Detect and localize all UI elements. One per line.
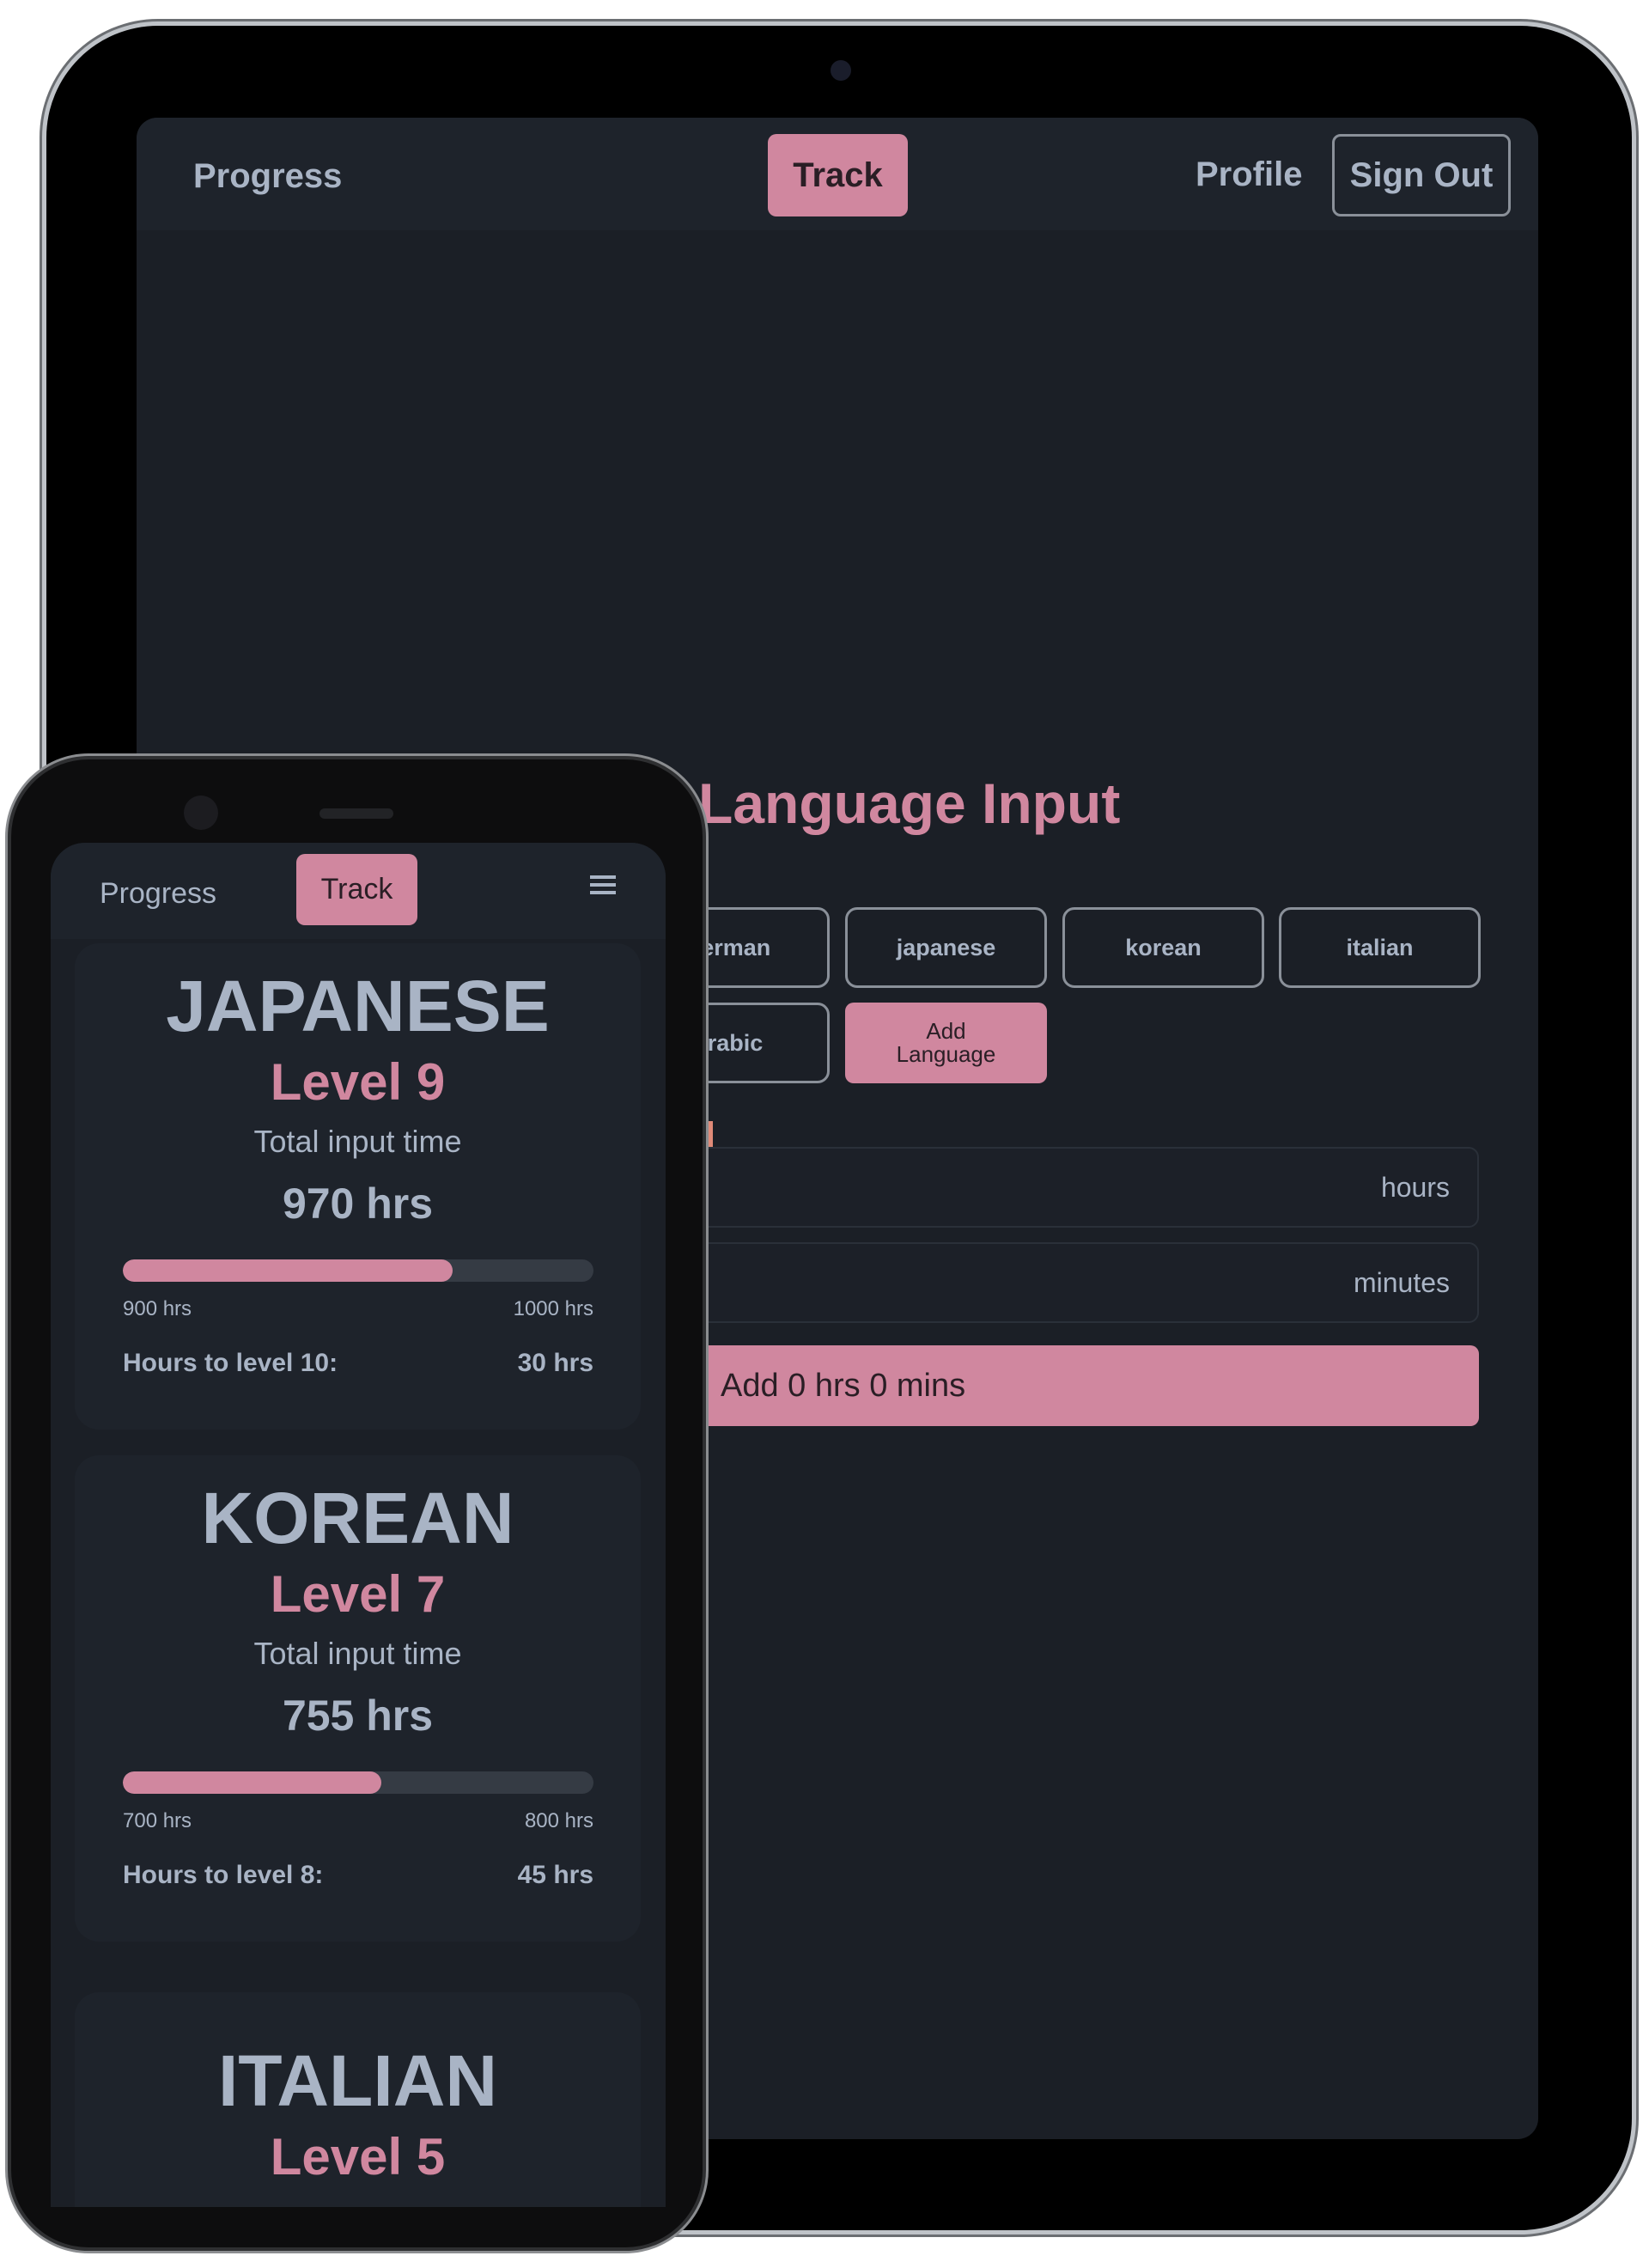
language-button-japanese[interactable]: japanese (845, 907, 1047, 988)
level-max-label: 1000 hrs (513, 1297, 593, 1320)
hours-input[interactable]: hours (628, 1147, 1479, 1228)
nav-track-button[interactable]: Track (768, 134, 908, 216)
sign-out-button[interactable]: Sign Out (1332, 134, 1511, 216)
hours-label: hours (1380, 1171, 1450, 1203)
level-progress-bar (123, 1771, 593, 1794)
hours-to-next-label: Hours to level 10: (123, 1349, 338, 1377)
hours-to-next-label: Hours to level 8: (123, 1861, 324, 1889)
nav-progress-link[interactable]: Progress (100, 877, 216, 911)
level-max-label: 800 hrs (524, 1809, 593, 1832)
add-language-button[interactable]: Add Language (845, 1003, 1047, 1083)
total-input-value: 755 hrs (282, 1692, 434, 1740)
progress-fill (123, 1259, 453, 1282)
nav-profile-link[interactable]: Profile (1196, 155, 1302, 194)
level-progress-bar (123, 1259, 593, 1282)
hamburger-icon[interactable] (590, 870, 616, 894)
phone-navbar: Progress Track (51, 843, 666, 939)
progress-fill (123, 1771, 382, 1794)
hours-to-next-value: 30 hrs (517, 1349, 593, 1377)
language-level: Level 9 (270, 1053, 446, 1111)
language-button-korean[interactable]: korean (1062, 907, 1264, 988)
nav-progress-link[interactable]: Progress (193, 157, 342, 196)
minutes-input[interactable]: minutes (628, 1242, 1479, 1323)
language-name: ITALIAN (217, 2040, 498, 2121)
language-card-italian: ITALIAN Level 5 (75, 1992, 641, 2207)
phone-screen: Progress Track JAPANESE Level 9 Total in… (51, 843, 666, 2207)
total-input-value: 970 hrs (282, 1180, 434, 1228)
tablet-navbar: Progress Track Profile Sign Out (137, 118, 1538, 230)
add-time-button[interactable]: Add 0 hrs 0 mins (628, 1345, 1479, 1426)
language-name: KOREAN (201, 1478, 514, 1558)
phone-camera (184, 796, 218, 830)
language-level: Level 7 (270, 1565, 446, 1623)
language-card-korean: KOREAN Level 7 Total input time 755 hrs … (75, 1455, 641, 1942)
language-name: JAPANESE (166, 966, 550, 1046)
phone-speaker (319, 808, 393, 819)
nav-track-button[interactable]: Track (296, 854, 417, 925)
language-button-italian[interactable]: italian (1279, 907, 1481, 988)
total-input-label: Total input time (253, 1636, 462, 1671)
hours-to-next-value: 45 hrs (517, 1861, 593, 1889)
page-title: Language Input (698, 771, 1121, 835)
tablet-camera (831, 60, 851, 81)
language-card-japanese: JAPANESE Level 9 Total input time 970 hr… (75, 943, 641, 1430)
language-level: Level 5 (270, 2128, 446, 2186)
total-input-label: Total input time (253, 1124, 462, 1159)
minutes-label: minutes (1353, 1266, 1450, 1298)
level-min-label: 700 hrs (123, 1809, 192, 1832)
level-min-label: 900 hrs (123, 1297, 192, 1320)
